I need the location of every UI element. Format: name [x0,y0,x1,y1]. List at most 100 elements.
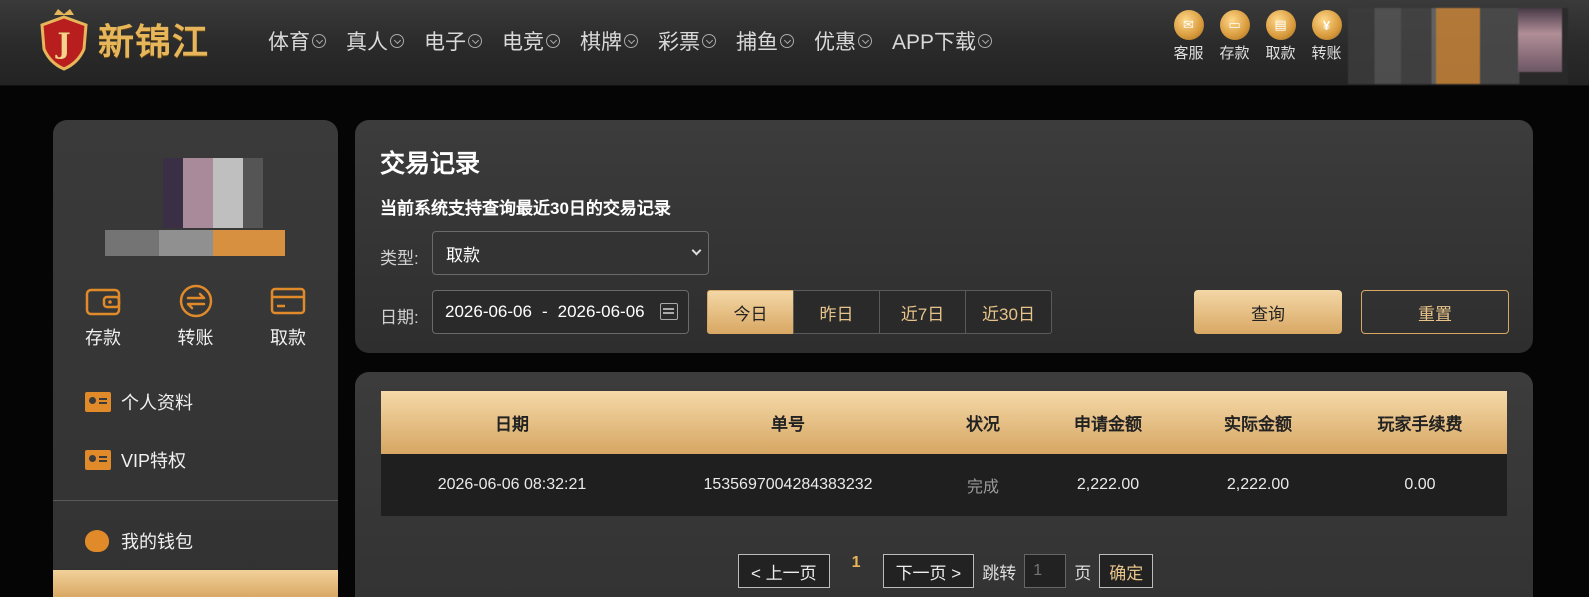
shield-icon: J [36,9,92,71]
nav-sports[interactable]: 体育 [268,26,326,56]
chevron-down-icon [978,34,993,48]
sidebar-action-label: 取款 [270,328,306,348]
transfer-icon [179,284,212,318]
nav-live[interactable]: 真人 [346,26,404,56]
quick-deposit[interactable]: ▭ 存款 [1212,10,1257,63]
column-header: 状况 [933,391,1033,454]
nav-label: APP下载 [892,31,977,54]
range-7days-button[interactable]: 近7日 [879,290,966,334]
chevron-down-icon [624,34,638,48]
nav-fishing[interactable]: 捕鱼 [736,26,794,56]
chevron-down-icon [702,34,716,48]
id-card-icon [85,392,111,412]
cell-fee: 0.00 [1333,454,1507,516]
nav-label: 电子 [424,31,466,54]
nav-label: 真人 [346,31,388,54]
sidebar-item-wallet[interactable]: 我的钱包 [53,513,338,569]
filter-panel: 交易记录 当前系统支持查询最近30日的交易记录 类型: 取款 日期: 2026-… [355,120,1533,353]
sidebar-transfer-button[interactable]: 转账 [166,284,226,350]
next-page-button[interactable]: 下一页 > [882,554,975,588]
nav-label: 电竞 [502,31,544,54]
avatar [163,158,263,228]
quick-label: 转账 [1311,45,1342,62]
sidebar-item-profile[interactable]: 个人资料 [53,374,338,430]
sidebar: 存款 转账 取款 个人资料 VIP特权 我的钱包 [53,120,338,597]
query-button[interactable]: 查询 [1194,290,1342,334]
page-title: 交易记录 [380,150,481,178]
cell-requested-amount: 2,222.00 [1033,454,1183,516]
nav-label: 体育 [268,31,310,54]
sidebar-action-label: 存款 [85,328,121,348]
nav-cards[interactable]: 棋牌 [580,26,638,56]
nav-label: 棋牌 [580,31,622,54]
page-jump-input[interactable] [1024,554,1067,588]
brand-logo[interactable]: J 新锦江 [36,6,236,72]
nav-lottery[interactable]: 彩票 [658,26,716,56]
sidebar-item-label: 个人资料 [121,393,193,413]
sidebar-action-label: 转账 [177,328,214,348]
chevron-down-icon [858,34,872,48]
column-header: 实际金额 [1183,391,1333,454]
prev-page-button[interactable]: < 上一页 [738,554,830,588]
date-range-picker[interactable]: 2026-06-06 - 2026-06-06 [432,290,689,334]
wallet-icon: ▭ [1219,10,1250,40]
page-unit-label: 页 [1074,563,1092,583]
column-header: 单号 [643,391,933,454]
quick-transfer[interactable]: ¥ 转账 [1304,10,1349,63]
calendar-icon [660,303,678,320]
nav-label: 彩票 [658,31,700,54]
user-info-blurred[interactable] [1348,8,1568,84]
nav-app-download[interactable]: APP下载 [892,26,993,56]
sidebar-item-label: 我的钱包 [121,532,193,552]
table-header-row: 日期 单号 状况 申请金额 实际金额 玩家手续费 [381,391,1507,454]
date-start: 2026-06-06 [445,302,532,321]
nav-esports[interactable]: 电竞 [502,26,560,56]
column-header: 申请金额 [1033,391,1183,454]
main-nav: 体育 真人 电子 电竞 棋牌 彩票 捕鱼 优惠 APP下载 [268,26,1012,56]
id-card-icon [85,450,111,470]
chat-icon: ✉ [1173,10,1204,40]
table-row: 2026-06-06 08:32:21 1535697004284383232 … [381,454,1507,516]
query-note: 当前系统支持查询最近30日的交易记录 [380,199,671,218]
nav-promotions[interactable]: 优惠 [814,26,872,56]
sidebar-item-label: VIP特权 [121,451,187,471]
quick-support[interactable]: ✉ 客服 [1166,10,1211,63]
chevron-down-icon [312,34,326,48]
quick-withdraw[interactable]: ▤ 取款 [1258,10,1303,63]
sidebar-item-vip[interactable]: VIP特权 [53,432,338,488]
cell-status: 完成 [933,454,1033,516]
nav-label: 优惠 [814,31,856,54]
cell-order-number: 1535697004284383232 [643,454,933,516]
piggy-bank-icon [85,530,109,552]
chevron-down-icon [546,34,560,48]
nav-label: 捕鱼 [736,31,778,54]
confirm-jump-button[interactable]: 确定 [1099,554,1154,588]
card-icon [270,287,306,315]
sidebar-actions: 存款 转账 取款 [73,284,318,350]
range-today-button[interactable]: 今日 [707,290,794,334]
transfer-icon: ¥ [1311,10,1342,40]
brand-name: 新锦江 [98,21,210,63]
sidebar-withdraw-button[interactable]: 取款 [258,284,318,350]
nav-slots[interactable]: 电子 [424,26,482,56]
type-select[interactable]: 取款 [432,231,709,275]
quick-label: 客服 [1173,45,1204,62]
chevron-down-icon [468,34,482,48]
reset-button[interactable]: 重置 [1361,290,1509,334]
quick-label: 取款 [1265,45,1296,62]
cell-actual-amount: 2,222.00 [1183,454,1333,516]
range-30days-button[interactable]: 近30日 [965,290,1052,334]
range-yesterday-button[interactable]: 昨日 [793,290,880,334]
type-label: 类型: [380,249,419,268]
sidebar-divider [53,500,338,501]
date-label: 日期: [380,308,419,327]
column-header: 日期 [381,391,643,454]
username-blurred [105,230,285,256]
sidebar-deposit-button[interactable]: 存款 [73,284,133,350]
top-bar: J 新锦江 体育 真人 电子 电竞 棋牌 彩票 捕鱼 优惠 APP下载 ✉ 客服… [0,0,1589,86]
chevron-down-icon [780,34,794,48]
current-page[interactable]: 1 [852,554,861,572]
sidebar-item-active[interactable] [53,570,338,597]
transactions-table: 日期 单号 状况 申请金额 实际金额 玩家手续费 2026-06-06 08:3… [381,391,1507,516]
chevron-down-icon [691,245,702,256]
